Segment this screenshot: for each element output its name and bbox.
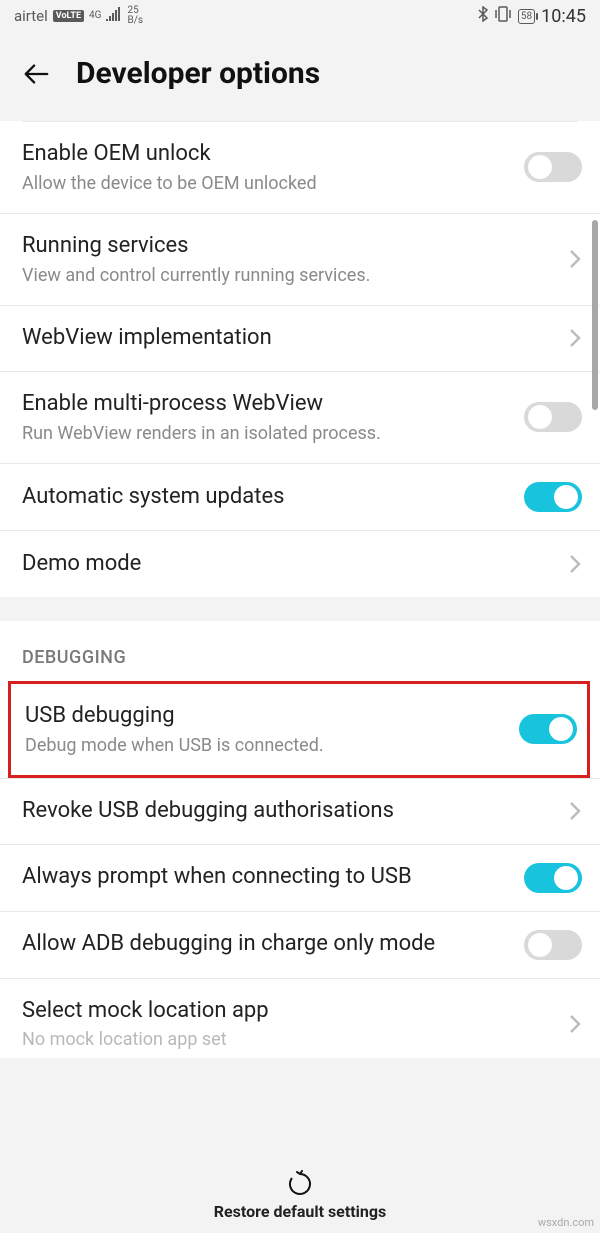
- item-subtitle: View and control currently running servi…: [22, 264, 556, 287]
- chevron-right-icon: [568, 326, 582, 350]
- restore-label: Restore default settings: [214, 1202, 386, 1221]
- back-button[interactable]: [22, 60, 50, 88]
- item-automatic-system-updates[interactable]: Automatic system updates: [0, 464, 600, 531]
- item-subtitle: Allow the device to be OEM unlocked: [22, 172, 512, 195]
- adb-charge-toggle[interactable]: [524, 930, 582, 960]
- section-header-debugging: DEBUGGING: [0, 621, 600, 682]
- item-adb-charge-only[interactable]: Allow ADB debugging in charge only mode: [0, 912, 600, 979]
- item-title: Select mock location app: [22, 997, 556, 1026]
- usb-debugging-toggle[interactable]: [519, 714, 577, 744]
- item-title: Always prompt when connecting to USB: [22, 863, 512, 892]
- item-title: USB debugging: [25, 702, 507, 731]
- item-oem-unlock[interactable]: Enable OEM unlock Allow the device to be…: [0, 122, 600, 214]
- item-title: Allow ADB debugging in charge only mode: [22, 930, 512, 959]
- battery-icon: 58: [518, 9, 535, 24]
- page-title: Developer options: [76, 56, 320, 91]
- item-subtitle: Debug mode when USB is connected.: [25, 734, 507, 757]
- item-running-services[interactable]: Running services View and control curren…: [0, 214, 600, 306]
- clock: 10:45: [541, 6, 586, 27]
- multiprocess-webview-toggle[interactable]: [524, 402, 582, 432]
- item-demo-mode[interactable]: Demo mode: [0, 531, 600, 597]
- always-prompt-toggle[interactable]: [524, 863, 582, 893]
- oem-unlock-toggle[interactable]: [524, 152, 582, 182]
- item-title: WebView implementation: [22, 324, 556, 353]
- item-multiprocess-webview[interactable]: Enable multi-process WebView Run WebView…: [0, 372, 600, 464]
- item-mock-location[interactable]: Select mock location app No mock locatio…: [0, 979, 600, 1058]
- item-title: Demo mode: [22, 550, 556, 579]
- carrier-label: airtel: [14, 7, 48, 25]
- chevron-right-icon: [568, 799, 582, 823]
- item-subtitle: Run WebView renders in an isolated proce…: [22, 422, 512, 445]
- chevron-right-icon: [568, 552, 582, 576]
- item-revoke-usb-auth[interactable]: Revoke USB debugging authorisations: [0, 778, 600, 845]
- watermark: wsxdn.com: [538, 1216, 594, 1229]
- chevron-right-icon: [568, 1012, 582, 1036]
- network-type: 4G: [89, 11, 101, 21]
- item-title: Revoke USB debugging authorisations: [22, 797, 556, 826]
- item-usb-debugging[interactable]: USB debugging Debug mode when USB is con…: [11, 684, 587, 775]
- status-bar: airtel VoLTE 4G 25 B/s 58 10:45: [0, 0, 600, 32]
- automatic-updates-toggle[interactable]: [524, 482, 582, 512]
- item-subtitle: No mock location app set: [22, 1028, 556, 1051]
- restore-defaults-button[interactable]: Restore default settings: [0, 1157, 600, 1233]
- volte-badge: VoLTE: [53, 10, 84, 22]
- scrollbar[interactable]: [592, 220, 598, 410]
- restore-icon: [286, 1170, 314, 1198]
- item-always-prompt-usb[interactable]: Always prompt when connecting to USB: [0, 845, 600, 912]
- signal-icon: [106, 7, 122, 25]
- item-title: Running services: [22, 232, 556, 261]
- header: Developer options: [0, 32, 600, 121]
- data-rate-bot: B/s: [127, 16, 143, 26]
- chevron-right-icon: [568, 247, 582, 271]
- vibrate-icon: [494, 6, 512, 26]
- item-webview-implementation[interactable]: WebView implementation: [0, 306, 600, 372]
- usb-debugging-highlight: USB debugging Debug mode when USB is con…: [8, 681, 590, 778]
- bluetooth-icon: [478, 6, 488, 26]
- item-title: Enable multi-process WebView: [22, 390, 512, 419]
- settings-list: Enable OEM unlock Allow the device to be…: [0, 121, 600, 1058]
- item-title: Automatic system updates: [22, 483, 512, 512]
- item-title: Enable OEM unlock: [22, 140, 512, 169]
